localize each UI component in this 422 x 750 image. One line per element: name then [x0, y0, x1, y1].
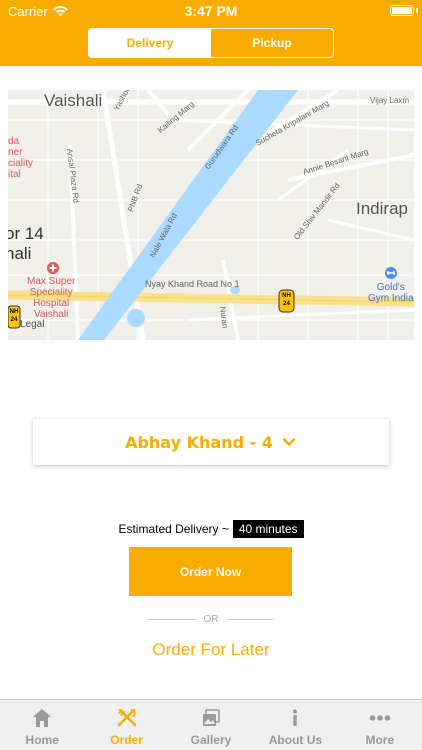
info-icon — [293, 709, 298, 726]
home-icon — [33, 709, 52, 727]
divider-line-left — [148, 618, 196, 620]
tab-home[interactable]: Home — [0, 700, 84, 750]
or-divider: OR — [148, 612, 274, 626]
status-time: 3:47 PM — [184, 3, 238, 19]
battery-tip — [416, 8, 418, 13]
divider-line-right — [226, 618, 274, 620]
map-legal-link[interactable]: Legal — [20, 319, 44, 330]
nh-shield-text: NH 24 — [282, 293, 291, 307]
tab-order[interactable]: Order — [84, 700, 168, 750]
location-selector[interactable]: Abhay Khand - 4 — [33, 419, 389, 465]
order-later-link[interactable]: Order For Later — [0, 640, 422, 660]
delivery-mode-toggle[interactable]: Delivery Pickup — [88, 28, 334, 58]
tab-order-label: Order — [110, 733, 143, 747]
tab-home-label: Home — [25, 733, 59, 747]
or-text: OR — [203, 613, 219, 625]
map-label-vaishali: Vaishali — [44, 91, 103, 110]
tab-gallery[interactable]: Gallery — [169, 700, 253, 750]
battery-icon — [390, 5, 414, 16]
map-label-left-poi: da ner ciality ital — [8, 136, 34, 180]
gallery-icon — [203, 709, 220, 726]
map-label-sector: or 14 — [8, 224, 44, 243]
more-icon — [369, 715, 391, 721]
map-view[interactable]: Vaishali Indirap or 14 hali da ner ciali… — [8, 90, 414, 340]
estimated-delivery: Estimated Delivery ~ 40 minutes — [0, 520, 422, 538]
map-label-nyay-khand: Nyay Khand Road No 1 — [145, 279, 240, 289]
nh-shield-left-text: NH 24 — [9, 309, 19, 323]
segment-delivery[interactable]: Delivery — [89, 29, 211, 57]
tab-bar: Home Order Gallery About Us More — [0, 699, 422, 750]
tab-more[interactable]: More — [338, 700, 422, 750]
map-label-golds-gym: Gold's Gym India — [368, 282, 414, 304]
tab-gallery-label: Gallery — [190, 733, 232, 747]
chevron-down-icon — [282, 438, 296, 446]
status-bar: Carrier 3:47 PM — [0, 0, 422, 22]
estimate-badge: 40 minutes — [232, 520, 304, 538]
segment-pickup[interactable]: Pickup — [211, 29, 333, 57]
map-label-sector-name: hali — [8, 244, 32, 263]
tab-about-us-label: About Us — [268, 733, 323, 747]
map-label-max-hospital: Max Super Speciality Hospital Vaishali — [27, 276, 76, 320]
header-bar: Carrier 3:47 PM Delivery Pickup — [0, 0, 422, 66]
estimate-label: Estimated Delivery ~ — [118, 522, 229, 536]
map-label-vijay: Vijay Laxm — [370, 96, 409, 105]
location-name: Abhay Khand - 4 — [125, 432, 273, 452]
fork-knife-icon — [117, 708, 136, 727]
order-now-button[interactable]: Order Now — [129, 547, 292, 596]
map-label-indirapuram: Indirap — [356, 199, 408, 218]
tab-more-label: More — [365, 733, 395, 747]
tab-about-us[interactable]: About Us — [253, 700, 337, 750]
